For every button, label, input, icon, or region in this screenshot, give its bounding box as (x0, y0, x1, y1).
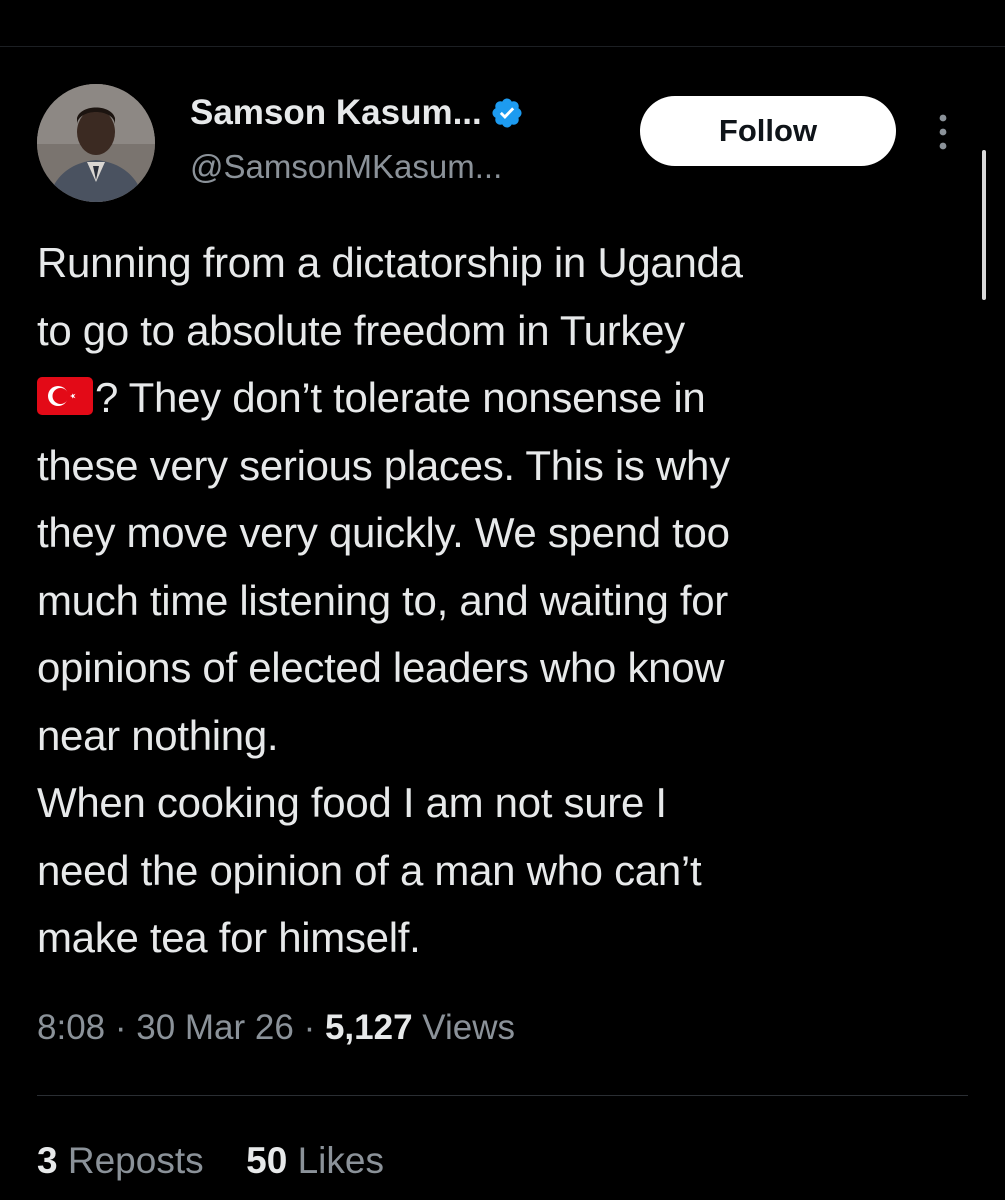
tweet-line: When cooking food I am not sure I (37, 779, 667, 826)
reposts-label: Reposts (67, 1140, 204, 1181)
tweet-meta: 8:08 · 30 Mar 26 · 5,127 Views (37, 1008, 515, 1048)
tweet-line: to go to absolute freedom in Turkey (37, 306, 685, 354)
tweet-text: Running from a dictatorship in Uganda to… (37, 229, 977, 972)
likes-stat[interactable]: 50 Likes (246, 1140, 384, 1181)
reposts-count: 3 (37, 1140, 58, 1181)
avatar-photo (37, 84, 155, 202)
top-divider (0, 46, 1005, 47)
views-label: Views (422, 1008, 516, 1047)
more-vertical-icon[interactable] (933, 112, 953, 152)
tweet-line: Running from a dictatorship in Uganda (37, 239, 743, 286)
tweet-line: opinions of elected leaders who know (37, 644, 725, 691)
tweet-line: much time listening to, and waiting for (37, 576, 728, 624)
tweet-line: need the opinion of a man who can’t (37, 846, 702, 894)
follow-button[interactable]: Follow (640, 96, 896, 166)
author-display-name[interactable]: Samson Kasum... (190, 93, 482, 133)
tweet-line: near nothing. (37, 711, 279, 759)
verified-badge-icon (492, 98, 522, 128)
engagement-stats: 3 Reposts 50 Likes (37, 1140, 384, 1182)
tweet-time[interactable]: 8:08 (37, 1008, 105, 1047)
tweet-line: make tea for himself. (37, 914, 421, 961)
author-name-row[interactable]: Samson Kasum... (190, 93, 524, 133)
author-handle[interactable]: @SamsonMKasum... (190, 148, 502, 186)
tweet-line-with-flag: ? They don’t tolerate nonsense in (37, 364, 977, 432)
reposts-stat[interactable]: 3 Reposts (37, 1140, 214, 1181)
meta-separator: · (303, 1008, 316, 1047)
tweet-date[interactable]: 30 Mar 26 (136, 1008, 294, 1047)
views-count: 5,127 (324, 1008, 413, 1047)
likes-count: 50 (246, 1140, 288, 1181)
tweet-line: they move very quickly. We spend too (37, 509, 730, 556)
tweet-line: ? They don’t tolerate nonsense in (95, 374, 706, 421)
tweet-line: these very serious places. This is why (37, 441, 730, 489)
avatar[interactable] (37, 84, 155, 202)
likes-label: Likes (297, 1140, 384, 1181)
turkey-flag-icon (37, 377, 93, 415)
stats-divider (37, 1095, 968, 1096)
scrollbar[interactable] (982, 150, 986, 300)
meta-separator: · (114, 1008, 127, 1047)
